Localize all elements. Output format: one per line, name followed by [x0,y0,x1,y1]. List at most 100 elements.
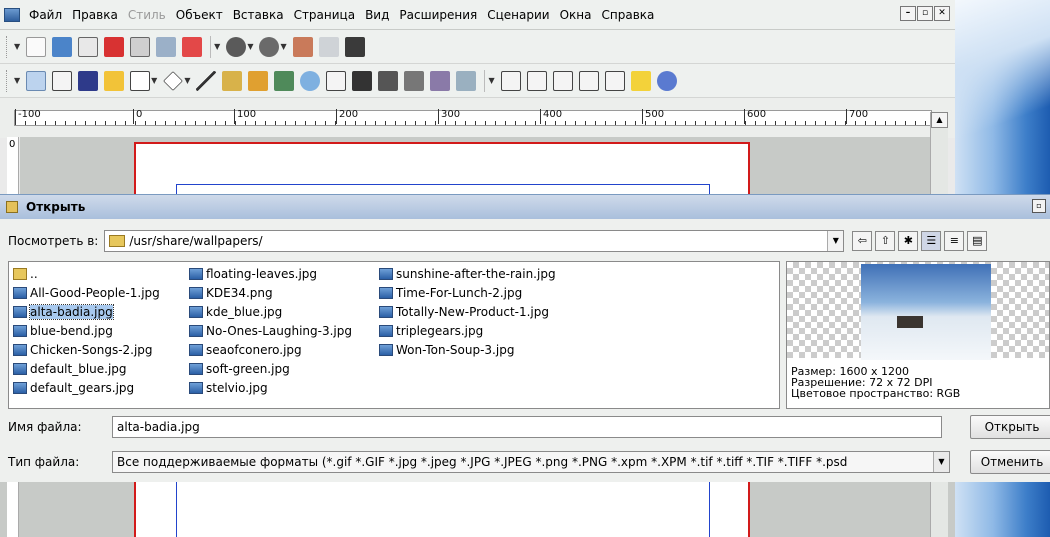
chevron-down-icon[interactable]: ▼ [827,231,844,251]
edit-contents-icon[interactable] [326,70,347,91]
redo-dropdown-chevron-icon[interactable]: ▼ [280,42,286,51]
pdf-listbox-icon[interactable] [604,70,625,91]
line-icon[interactable] [196,70,217,91]
shape-dropdown-chevron-icon[interactable]: ▼ [151,76,157,85]
menu-item-4[interactable]: Вставка [228,0,289,30]
list-item[interactable]: kde_blue.jpg [189,302,355,321]
chevron-down-icon[interactable]: ▼ [933,452,949,472]
maximize-button[interactable]: ▫ [917,6,933,21]
list-item[interactable]: Time-For-Lunch-2.jpg [379,283,559,302]
close-button[interactable]: ✕ [934,6,950,21]
new-document-icon[interactable] [26,36,47,57]
list-item[interactable]: seaofconero.jpg [189,340,355,359]
menu-item-10[interactable]: Справка [597,0,660,30]
bezier-icon[interactable] [222,70,243,91]
list-item[interactable]: All-Good-People-1.jpg [13,283,163,302]
pdf-combobox-icon[interactable] [578,70,599,91]
close-document-icon[interactable] [104,36,125,57]
minimize-button[interactable]: – [900,6,916,21]
file-list[interactable]: .. All-Good-People-1.jpg alta-badia.jpg blu… [8,261,780,409]
menu-item-8[interactable]: Сценарии [482,0,554,30]
pdf-checkbox-icon[interactable] [552,70,573,91]
dialog-titlebar[interactable]: Открыть ▫ [0,195,1050,219]
menu-item-7[interactable]: Расширения [394,0,482,30]
cancel-button[interactable]: Отменить [970,450,1050,474]
paste-icon[interactable] [344,36,365,57]
freehand-pencil-icon[interactable] [248,70,269,91]
unlink-frames-icon[interactable] [378,70,399,91]
preflight-icon[interactable] [156,36,177,57]
save-icon[interactable] [78,36,99,57]
vertical-scrollbar[interactable] [930,482,948,537]
list-item[interactable]: No-Ones-Laughing-3.jpg [189,321,355,340]
back-arrow-icon[interactable]: ⇦ [852,231,873,251]
polygon-dropdown-chevron-icon[interactable]: ▼ [184,76,190,85]
filetype-combobox[interactable]: Все поддерживаемые форматы (*.gif *.GIF … [112,451,950,473]
shape-icon[interactable] [130,70,151,91]
copy-properties-icon[interactable] [430,70,451,91]
link-frames-icon[interactable] [352,70,373,91]
export-pdf-icon[interactable] [182,36,203,57]
toolbar-menu-chevron-icon[interactable]: ▼ [14,76,20,85]
list-item[interactable]: floating-leaves.jpg [189,264,355,283]
redo-icon[interactable] [259,36,280,57]
list-item[interactable]: default_blue.jpg [13,359,163,378]
horizontal-ruler[interactable]: -100 0 100 200 300 400 500 600 700 [14,109,932,126]
open-folder-icon[interactable] [52,36,73,57]
pdf-textfield-icon[interactable] [526,70,547,91]
link-annotation-icon[interactable] [656,70,677,91]
list-item[interactable]: KDE34.png [189,283,355,302]
toolbar-menu-chevron-icon[interactable]: ▼ [214,42,220,51]
eyedropper-icon[interactable] [456,70,477,91]
preview-view-icon[interactable]: ▤ [967,231,988,251]
menu-item-0[interactable]: Файл [24,0,67,30]
list-item[interactable]: default_gears.jpg [13,378,163,397]
open-button[interactable]: Открыть [970,415,1050,439]
print-icon[interactable] [130,36,151,57]
zoom-icon[interactable] [300,70,321,91]
select-pointer-icon[interactable] [26,70,47,91]
table-icon[interactable] [104,70,125,91]
list-item[interactable]: blue-bend.jpg [13,321,163,340]
list-item[interactable]: triplegears.jpg [379,321,559,340]
scroll-up-arrow-icon[interactable]: ▲ [931,112,948,128]
list-item[interactable]: soft-green.jpg [189,359,355,378]
path-combobox[interactable]: /usr/share/wallpapers/ ▼ [104,230,845,252]
image-frame-icon[interactable] [78,70,99,91]
filename-input[interactable]: alta-badia.jpg [112,416,942,438]
list-item[interactable]: Totally-New-Product-1.jpg [379,302,559,321]
undo-dropdown-chevron-icon[interactable]: ▼ [247,42,253,51]
list-item[interactable]: alta-badia.jpg [13,302,163,321]
dialog-maximize-button[interactable]: ▫ [1032,199,1046,213]
vertical-scrollbar[interactable]: ▲ [930,112,948,207]
pdf-button-icon[interactable] [500,70,521,91]
list-item[interactable]: stelvio.jpg [189,378,355,397]
new-folder-icon[interactable]: ✱ [898,231,919,251]
cut-icon[interactable] [292,36,313,57]
measure-icon[interactable] [404,70,425,91]
menu-item-2[interactable]: Стиль [123,0,171,30]
undo-icon[interactable] [226,36,247,57]
detail-view-icon[interactable]: ≡ [944,231,965,251]
toolbar-grip[interactable] [6,69,10,92]
menu-item-3[interactable]: Объект [171,0,228,30]
list-item[interactable]: Won-Ton-Soup-3.jpg [379,340,559,359]
toolbar-menu-chevron-icon[interactable]: ▼ [488,76,494,85]
vertical-ruler[interactable]: 0 [7,137,19,195]
menu-item-5[interactable]: Страница [289,0,361,30]
list-item-parent-folder[interactable]: .. [13,264,163,283]
toolbar-grip[interactable] [6,35,10,58]
list-item[interactable]: Chicken-Songs-2.jpg [13,340,163,359]
text-annotation-icon[interactable] [630,70,651,91]
list-item[interactable]: sunshine-after-the-rain.jpg [379,264,559,283]
rotate-icon[interactable] [274,70,295,91]
list-view-icon[interactable]: ☰ [921,231,942,251]
toolbar-menu-chevron-icon[interactable]: ▼ [14,42,20,51]
text-frame-icon[interactable] [52,70,73,91]
menu-item-1[interactable]: Правка [67,0,123,30]
menu-item-9[interactable]: Окна [555,0,597,30]
menu-item-6[interactable]: Вид [360,0,394,30]
polygon-icon[interactable] [163,70,184,91]
vertical-ruler[interactable] [7,482,19,537]
copy-icon[interactable] [318,36,339,57]
